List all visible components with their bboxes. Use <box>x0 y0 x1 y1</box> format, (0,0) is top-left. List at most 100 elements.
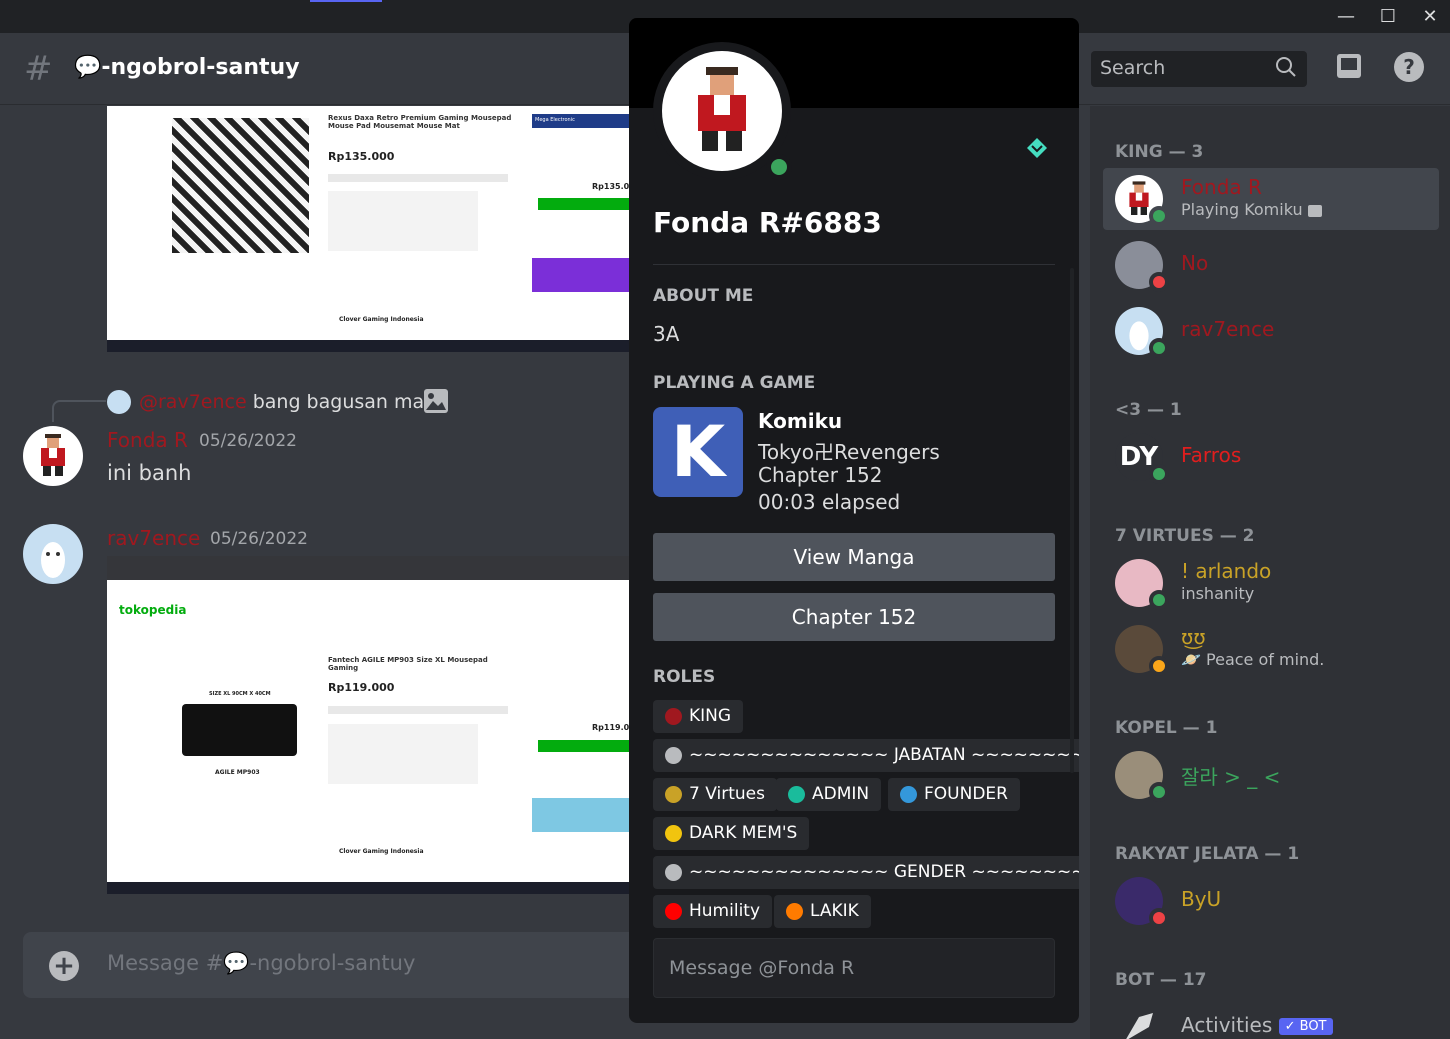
reply-mention[interactable]: @rav7ence <box>139 391 247 413</box>
attachment-image-1[interactable]: Rexus Daxa Retro Premium Gaming Mousepad… <box>107 106 629 352</box>
product-title: Rexus Daxa Retro Premium Gaming Mousepad… <box>328 114 512 130</box>
role-humility: Humility <box>653 895 773 928</box>
member-group-bot: BOT — 17 <box>1115 970 1207 990</box>
member-name: Activities ✓ BOT <box>1181 1013 1333 1037</box>
member-name: Fonda R <box>1181 175 1262 199</box>
search-input[interactable]: Search <box>1091 51 1307 87</box>
member-name: ByU <box>1181 887 1222 911</box>
side-price: Rp135.000 <box>592 182 629 191</box>
role-dark-mems: DARK MEM'S <box>653 817 810 850</box>
avatar <box>662 51 782 171</box>
activity-heading: PLAYING A GAME <box>653 373 816 393</box>
member-name: ʊ͜ʊ <box>1181 625 1206 649</box>
reply-preview[interactable]: @rav7ence bang bagusan mana <box>139 391 448 413</box>
product-price: Rp119.000 <box>328 681 395 694</box>
divider <box>653 264 1055 265</box>
side-price: Rp119.000 <box>592 723 629 732</box>
hypesquad-badge-icon[interactable] <box>1026 137 1048 159</box>
online-status-icon <box>1149 338 1169 358</box>
online-status-icon <box>1149 590 1169 610</box>
chapter-button[interactable]: Chapter 152 <box>653 593 1055 641</box>
member-item-byu[interactable]: ByU <box>1103 870 1439 932</box>
maximize-button[interactable]: ☐ <box>1373 4 1403 30</box>
product-price: Rp135.000 <box>328 150 395 163</box>
member-group-3: <3 — 1 <box>1115 400 1182 420</box>
game-icon: K <box>653 407 743 497</box>
roles-heading: ROLES <box>653 667 716 687</box>
member-item-activities[interactable]: Activities ✓ BOT <box>1103 996 1439 1039</box>
composer-placeholder: Message #💬-ngobrol-santuy <box>107 951 416 975</box>
member-item-no[interactable]: No <box>1103 234 1439 296</box>
member-item-jalla[interactable]: 잘라 > _ < <box>1103 744 1439 806</box>
help-icon[interactable]: ? <box>1391 51 1427 87</box>
minimize-button[interactable]: — <box>1331 4 1361 30</box>
role-lakik: LAKIK <box>774 895 871 928</box>
message-author[interactable]: rav7ence <box>107 526 200 550</box>
message-timestamp: 05/26/2022 <box>210 529 308 549</box>
taskbar-image <box>107 340 629 352</box>
role-gender: ~~~~~~~~~~~~~~ GENDER ~~~~~~~~~~~~~~~ <box>653 856 1079 889</box>
member-group-7-virtues: 7 VIRTUES — 2 <box>1115 526 1255 546</box>
buy-button-image <box>538 740 629 752</box>
member-item-uu[interactable]: ʊ͜ʊ 🪐 Peace of mind. <box>1103 618 1439 680</box>
member-status-text: inshanity <box>1181 584 1255 603</box>
avatar[interactable] <box>23 524 83 584</box>
promo-banner-image <box>532 258 629 292</box>
bot-badge: ✓ BOT <box>1278 1018 1333 1035</box>
scrollbar[interactable] <box>1070 268 1074 773</box>
dnd-status-icon <box>1149 908 1169 928</box>
mousepad-image <box>172 118 309 253</box>
reply-avatar <box>107 390 131 414</box>
profile-avatar <box>653 42 792 180</box>
product-details <box>328 724 478 784</box>
member-name: Farros <box>1181 443 1242 467</box>
taskbar-image <box>107 882 629 894</box>
mousepad-image <box>182 704 297 756</box>
add-attachment-button[interactable]: + <box>49 951 79 981</box>
tab-strip <box>328 174 508 182</box>
size-label: SIZE XL 90CM X 40CM <box>209 691 271 697</box>
tab-strip <box>328 706 508 714</box>
store-name: Clover Gaming Indonesia <box>339 848 424 855</box>
active-tab-indicator <box>310 0 382 2</box>
member-item-rav7ence[interactable]: rav7ence <box>1103 300 1439 362</box>
member-group-rakyat-jelata: RAKYAT JELATA — 1 <box>1115 844 1300 864</box>
view-manga-button[interactable]: View Manga <box>653 533 1055 581</box>
user-profile-popout: Fonda R#6883 ABOUT ME 3A PLAYING A GAME … <box>629 18 1079 1023</box>
about-me-heading: ABOUT ME <box>653 286 754 306</box>
avatar[interactable] <box>23 426 83 486</box>
reply-text: bang bagusan mana <box>252 391 448 413</box>
online-status-icon <box>1149 206 1169 226</box>
message-author[interactable]: Fonda R <box>107 428 188 452</box>
member-list: KING — 3 Fonda R Playing Komiku No rav7e… <box>1090 106 1450 1039</box>
inbox-icon[interactable] <box>1331 51 1367 87</box>
member-item-arlando[interactable]: ! arlando inshanity <box>1103 552 1439 614</box>
close-button[interactable]: ✕ <box>1415 4 1445 30</box>
member-item-fonda[interactable]: Fonda R Playing Komiku <box>1103 168 1439 230</box>
about-me-text: 3A <box>653 322 680 346</box>
online-status-icon <box>1149 782 1169 802</box>
profile-username[interactable]: Fonda R#6883 <box>653 206 882 239</box>
direct-message-input[interactable]: Message @Fonda R <box>653 938 1055 998</box>
product-label: AGILE MP903 <box>215 769 260 776</box>
message-composer[interactable]: + Message #💬-ngobrol-santuy <box>23 932 643 998</box>
member-group-kopel: KOPEL — 1 <box>1115 718 1218 738</box>
member-name: No <box>1181 251 1209 275</box>
message-text: ini banh <box>107 461 192 485</box>
tokopedia-logo: tokopedia <box>119 603 187 617</box>
role-admin: ADMIN <box>776 778 882 811</box>
buy-button-image <box>538 198 629 210</box>
reply-connector <box>52 400 106 422</box>
role-king: KING <box>653 700 744 733</box>
role-founder: FOUNDER <box>888 778 1020 811</box>
product-title: Fantech AGILE MP903 Size XL Mousepad Gam… <box>328 656 488 672</box>
browser-chrome-image <box>107 556 629 580</box>
idle-status-icon <box>1149 656 1169 676</box>
search-placeholder: Search <box>1100 57 1166 79</box>
rocket-icon <box>1115 1003 1163 1039</box>
member-item-farros[interactable]: DY Farros <box>1103 426 1439 488</box>
search-icon[interactable] <box>1275 56 1297 83</box>
dm-placeholder: Message @Fonda R <box>669 957 855 979</box>
role-jabatan: ~~~~~~~~~~~~~~ JABATAN ~~~~~~~~~~~~~~ <box>653 739 1079 772</box>
attachment-image-2[interactable]: tokopedia SIZE XL 90CM X 40CM AGILE MP90… <box>107 556 629 894</box>
